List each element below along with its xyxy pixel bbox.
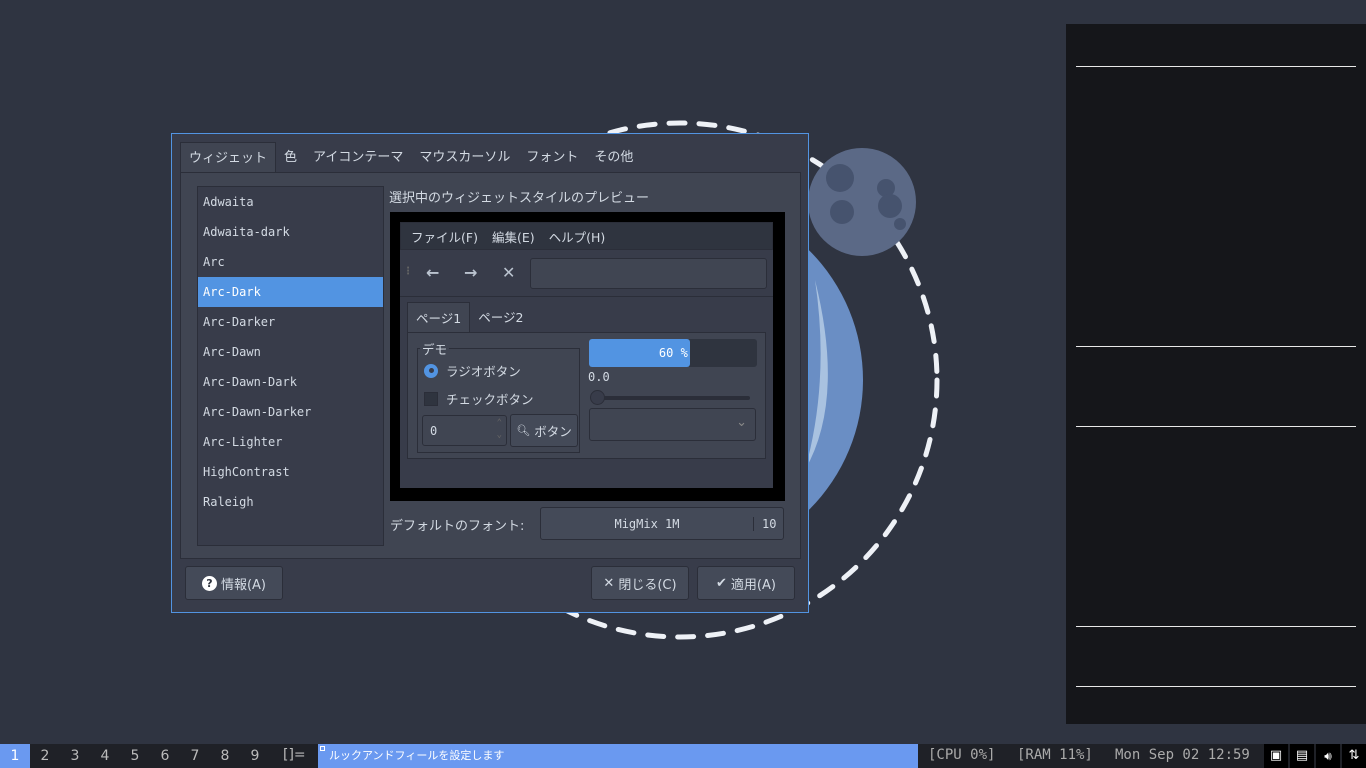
search-icon: 🔍︎ [516,424,531,437]
workspace-9[interactable]: 9 [240,744,270,768]
theme-item[interactable]: Arc-Lighter [198,427,383,457]
about-button[interactable]: ? 情報(A) [185,566,283,600]
progress-fill: 60 % [589,339,690,367]
theme-list[interactable]: Adwaita Adwaita-dark Arc Arc-Dark Arc-Darker… [197,186,384,546]
apply-button[interactable]: ✔ 適用(A) [697,566,795,600]
tab-page2[interactable]: ページ2 [470,302,531,333]
help-icon: ? [201,575,217,591]
font-button[interactable]: MigMix 1M 10 [540,507,784,540]
theme-item[interactable]: Arc-Darker [198,307,383,337]
demo-frame: デモ ラジオボタン チェックボタン 0 ⌃ ⌄ 🔍︎ ボタン [417,339,580,453]
radio-icon [424,363,438,378]
workspace-6[interactable]: 6 [150,744,180,768]
close-icon: ✕ [603,575,615,591]
menu-file[interactable]: ファイル(F) [411,227,478,246]
workspace-2[interactable]: 2 [30,744,60,768]
tab-other[interactable]: その他 [586,142,641,173]
clipboard-tray-icon[interactable]: ▤ [1290,744,1314,768]
chevron-down-icon: ⌄ [736,415,747,430]
tab-page1[interactable]: ページ1 [407,302,471,333]
font-name: MigMix 1M [541,516,754,531]
radio-button[interactable]: ラジオボタン [424,361,521,380]
workspace-3[interactable]: 3 [60,744,90,768]
theme-item[interactable]: Arc-Dark [198,277,383,307]
theme-item[interactable]: Arc [198,247,383,277]
widget-preview: ファイル(F) 編集(E) ヘルプ(H) ⋮ ← → ✕ ページ1 ページ2 デ… [390,212,785,501]
check-label: チェックボタン [446,392,534,407]
workspace-5[interactable]: 5 [120,744,150,768]
workspace-8[interactable]: 8 [210,744,240,768]
side-panel [1066,24,1366,724]
window-title: ルックアンドフィールを設定します [318,744,918,768]
theme-item[interactable]: Arc-Dawn [198,337,383,367]
tab-font[interactable]: フォント [518,142,586,173]
tab-icon-theme[interactable]: アイコンテーマ [305,142,411,173]
radio-label: ラジオボタン [446,364,521,379]
slider-handle[interactable] [590,390,605,405]
preview-label: 選択中のウィジェットスタイルのプレビュー [389,191,650,206]
close-icon[interactable]: ✕ [502,263,515,282]
check-icon: ✔ [716,575,727,591]
tab-color[interactable]: 色 [276,142,305,173]
menu-edit[interactable]: 編集(E) [492,227,535,246]
theme-item[interactable]: Raleigh [198,487,383,517]
checkbox-icon [424,391,438,406]
font-label: デフォルトのフォント: [390,519,525,534]
network-tray-icon[interactable]: ⇅ [1342,744,1366,768]
theme-item[interactable]: Adwaita [198,187,383,217]
slider[interactable] [590,390,750,405]
volume-tray-icon[interactable]: 🔊︎ [1316,744,1340,768]
taskbar: 123456789 []= ルックアンドフィールを設定します [CPU 0%] … [0,744,1366,768]
progress-bar: 60 % [589,339,757,367]
preview-entry[interactable] [530,258,767,289]
back-icon[interactable]: ← [426,263,439,282]
preview-button[interactable]: 🔍︎ ボタン [510,414,578,447]
appearance-dialog: ウィジェット 色 アイコンテーマ マウスカーソル フォント その他 Adwait… [171,133,809,613]
combo-box[interactable]: ⌄ [589,408,756,441]
image-tray-icon[interactable]: ▣ [1264,744,1288,768]
theme-item[interactable]: HighContrast [198,457,383,487]
workspace-7[interactable]: 7 [180,744,210,768]
scale-value: 0.0 [588,370,610,384]
theme-item[interactable]: Arc-Dawn-Darker [198,397,383,427]
forward-icon[interactable]: → [464,263,477,282]
font-size: 10 [762,516,777,531]
check-button[interactable]: チェックボタン [424,389,534,408]
ram-status: [RAM 11%] [1017,747,1093,763]
spin-button[interactable]: 0 ⌃ ⌄ [422,415,507,446]
workspace-4[interactable]: 4 [90,744,120,768]
toolbar-grip-icon: ⋮ [403,266,413,277]
tab-mouse-cursor[interactable]: マウスカーソル [411,142,518,173]
menu-help[interactable]: ヘルプ(H) [549,227,606,246]
workspace-1[interactable]: 1 [0,744,30,768]
tab-widget[interactable]: ウィジェット [180,142,277,173]
theme-item[interactable]: Arc-Dawn-Dark [198,367,383,397]
layout-indicator[interactable]: []= [283,747,306,763]
clock: Mon Sep 02 12:59 [1115,747,1250,763]
cpu-status: [CPU 0%] [928,747,996,763]
close-button[interactable]: ✕ 閉じる(C) [591,566,689,600]
frame-label: デモ [420,339,450,358]
theme-item[interactable]: Adwaita-dark [198,217,383,247]
